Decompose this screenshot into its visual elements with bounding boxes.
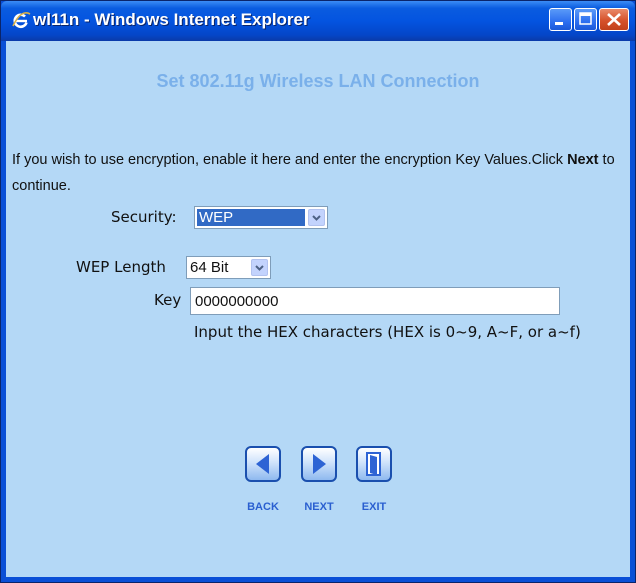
back-arrow-icon xyxy=(256,454,269,474)
key-label: Key xyxy=(154,291,182,309)
security-label: Security: xyxy=(111,208,177,226)
exit-label[interactable]: EXIT xyxy=(349,501,399,513)
wep-length-label: WEP Length xyxy=(76,258,166,276)
security-select[interactable]: WEP xyxy=(194,206,328,229)
exit-door-icon xyxy=(366,452,381,476)
back-label[interactable]: BACK xyxy=(238,501,288,513)
key-input[interactable] xyxy=(190,287,560,315)
instruction-text: If you wish to use encryption, enable it… xyxy=(12,147,624,199)
chevron-down-icon[interactable] xyxy=(251,259,268,276)
minimize-icon xyxy=(555,22,563,25)
next-button[interactable] xyxy=(301,446,337,482)
close-button[interactable] xyxy=(599,8,629,31)
window-title: wl11n - Windows Internet Explorer xyxy=(33,10,310,29)
instruction-text-next: Next xyxy=(567,152,599,168)
maximize-button[interactable] xyxy=(574,8,597,31)
next-arrow-icon xyxy=(313,454,326,474)
back-button[interactable] xyxy=(245,446,281,482)
maximize-icon xyxy=(579,12,592,25)
ie-icon xyxy=(12,12,31,29)
wep-length-select[interactable]: 64 Bit xyxy=(186,256,271,279)
close-icon xyxy=(607,13,621,26)
browser-window: wl11n - Windows Internet Explorer Set 80… xyxy=(0,0,636,583)
exit-button[interactable] xyxy=(356,446,392,482)
next-label[interactable]: NEXT xyxy=(294,501,344,513)
instruction-text-start: If you wish to use encryption, enable it… xyxy=(12,152,568,168)
minimize-button[interactable] xyxy=(549,8,572,31)
hex-hint: Input the HEX characters (HEX is 0~9, A~… xyxy=(194,323,581,341)
page-content: Set 802.11g Wireless LAN Connection If y… xyxy=(6,41,630,577)
security-selected-value: WEP xyxy=(197,209,305,226)
title-bar[interactable]: wl11n - Windows Internet Explorer xyxy=(1,1,635,41)
chevron-down-icon[interactable] xyxy=(308,209,325,226)
page-title: Set 802.11g Wireless LAN Connection xyxy=(156,71,480,91)
wep-length-selected-value: 64 Bit xyxy=(190,259,229,276)
